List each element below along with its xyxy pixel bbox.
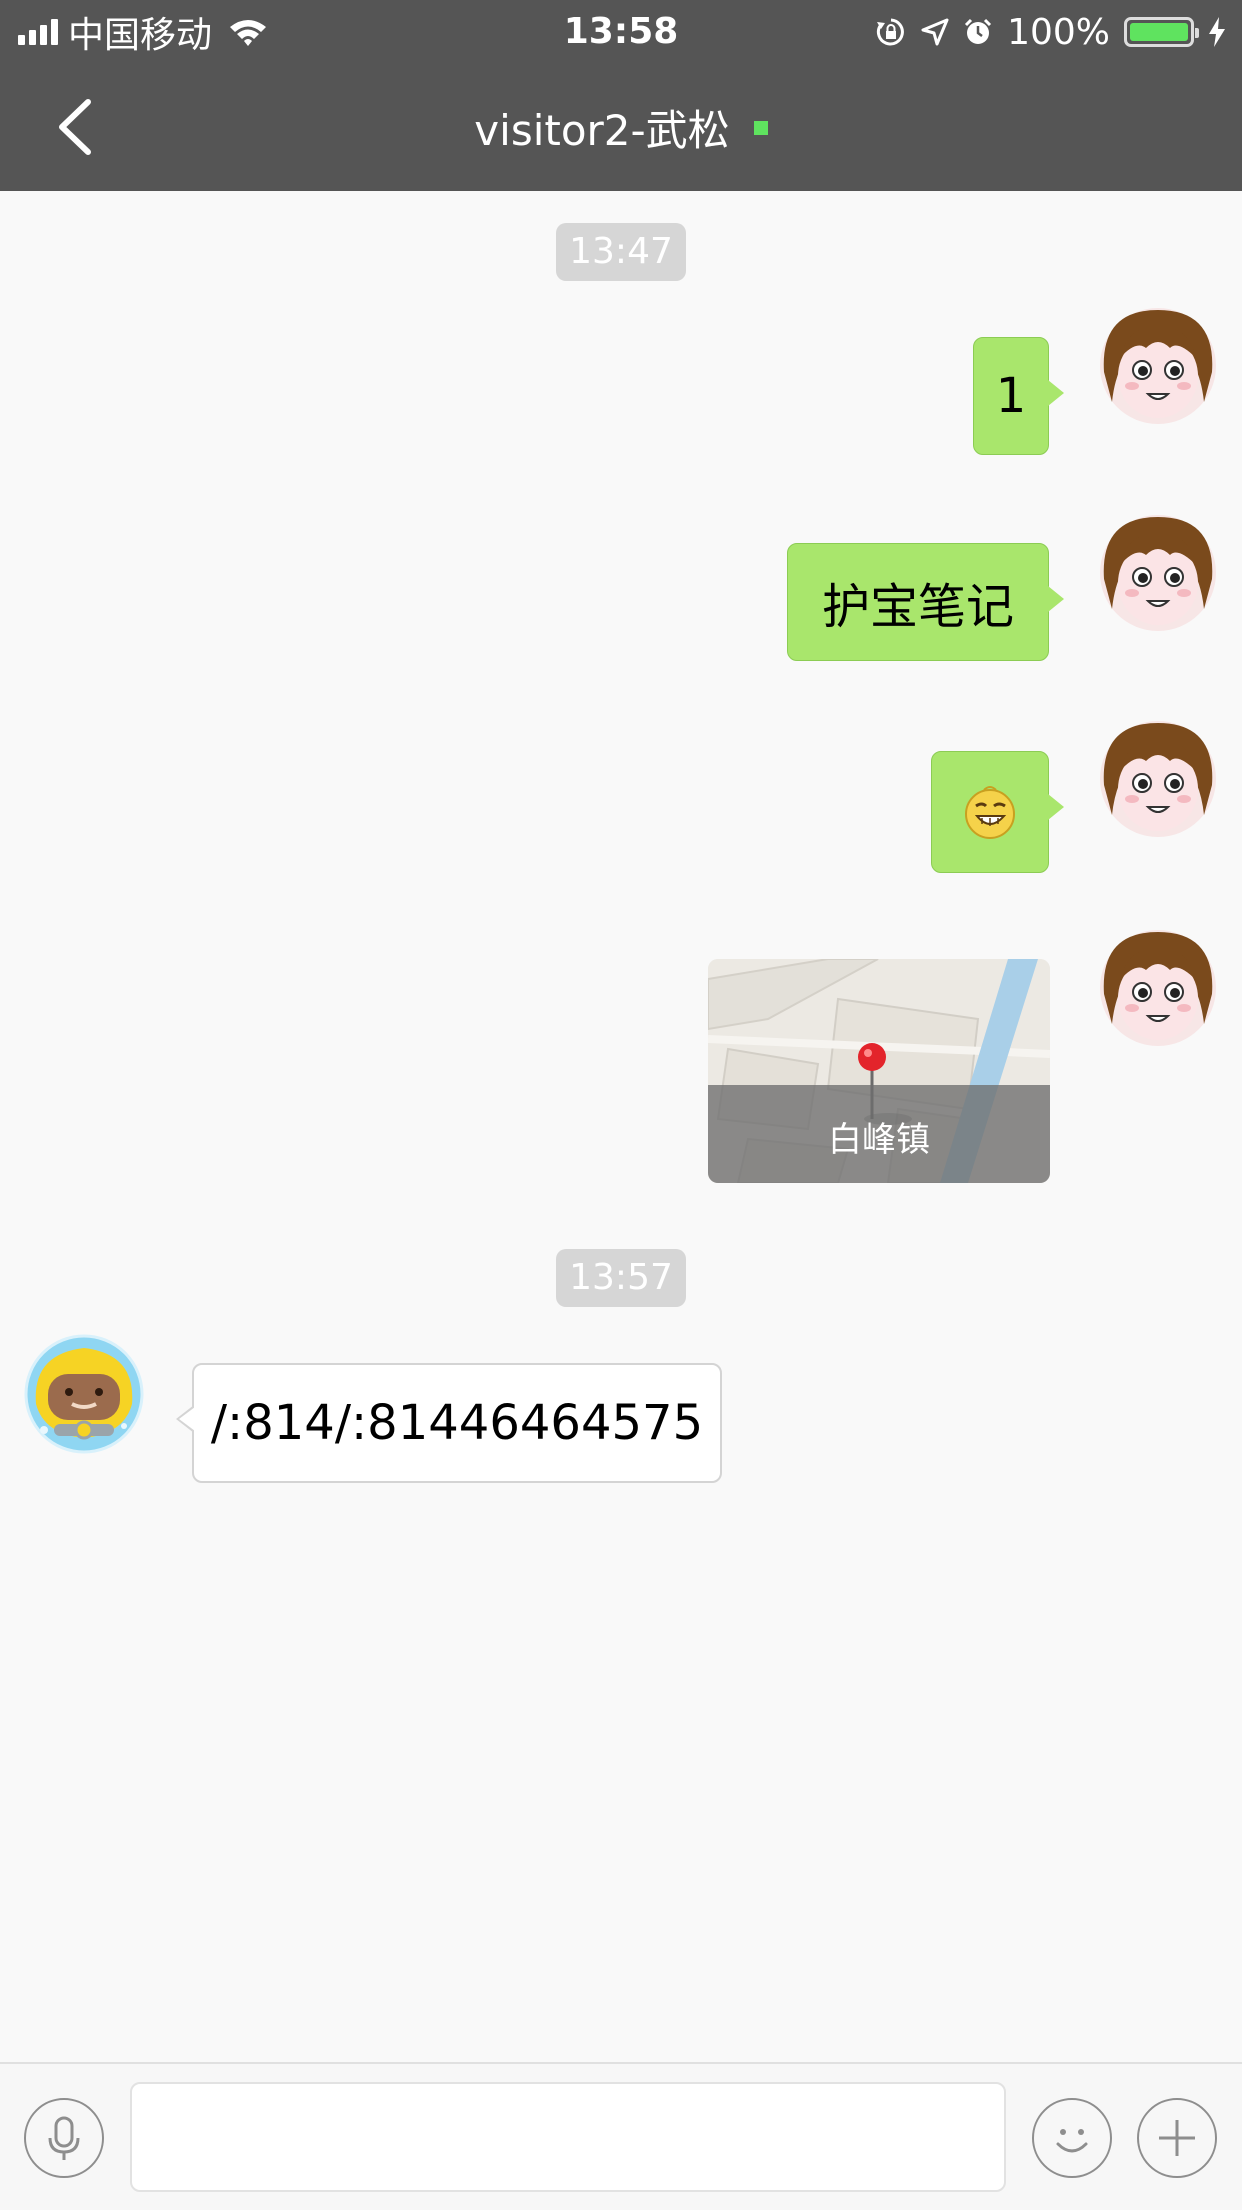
- emoji-button[interactable]: [1032, 2098, 1112, 2178]
- plus-icon: [1159, 2120, 1195, 2156]
- timestamp: 13:47: [556, 223, 686, 281]
- battery-percent: 100%: [1007, 11, 1110, 53]
- more-button[interactable]: [1137, 2098, 1217, 2178]
- message-input[interactable]: [130, 2082, 1006, 2192]
- received-message-bubble[interactable]: /:814/:81446464575: [176, 1363, 722, 1483]
- nav-bar: visitor2-武松: [0, 64, 1242, 191]
- charging-icon: [1209, 17, 1225, 47]
- smiley-icon: [1056, 2129, 1088, 2153]
- battery-fill: [1130, 23, 1188, 41]
- girl-avatar[interactable]: [1098, 306, 1218, 426]
- grin-emoji-icon: [965, 786, 1015, 839]
- alarm-icon: [965, 18, 992, 44]
- nav-title-wrap: visitor2-武松: [0, 64, 1242, 191]
- status-right: 100%: [875, 0, 1226, 64]
- sent-emoji-bubble[interactable]: [931, 751, 1064, 873]
- message-text: 1: [995, 368, 1027, 424]
- status-bar: 中国移动 13:58 100%: [0, 0, 1242, 64]
- location-name: 白峰镇: [828, 1120, 930, 1160]
- sent-message-bubble[interactable]: 1: [973, 337, 1064, 455]
- chat-area[interactable]: 13:47 1 护宝笔记 白峰镇 13:57 /:814/:8144646457…: [0, 191, 1242, 2061]
- emoji-wrap: [932, 752, 1048, 872]
- voice-button[interactable]: [24, 2098, 104, 2178]
- message-text: /:814/:81446464575: [210, 1395, 704, 1451]
- online-status-icon: [753, 120, 768, 135]
- rotation-lock-icon: [876, 18, 904, 46]
- battery-icon: [1124, 17, 1199, 47]
- girl-avatar[interactable]: [1098, 513, 1218, 633]
- location-icon: [921, 18, 949, 46]
- microphone-icon: [48, 2116, 80, 2160]
- location-message[interactable]: 白峰镇: [708, 959, 1050, 1183]
- sent-message-bubble[interactable]: 护宝笔记: [787, 543, 1064, 661]
- input-bar: [0, 2062, 1242, 2210]
- girl-avatar[interactable]: [1098, 719, 1218, 839]
- chat-title: visitor2-武松: [474, 106, 730, 155]
- timestamp: 13:57: [556, 1249, 686, 1307]
- girl-avatar[interactable]: [1098, 928, 1218, 1048]
- visitor-avatar[interactable]: [24, 1334, 144, 1454]
- message-text: 护宝笔记: [821, 579, 1014, 635]
